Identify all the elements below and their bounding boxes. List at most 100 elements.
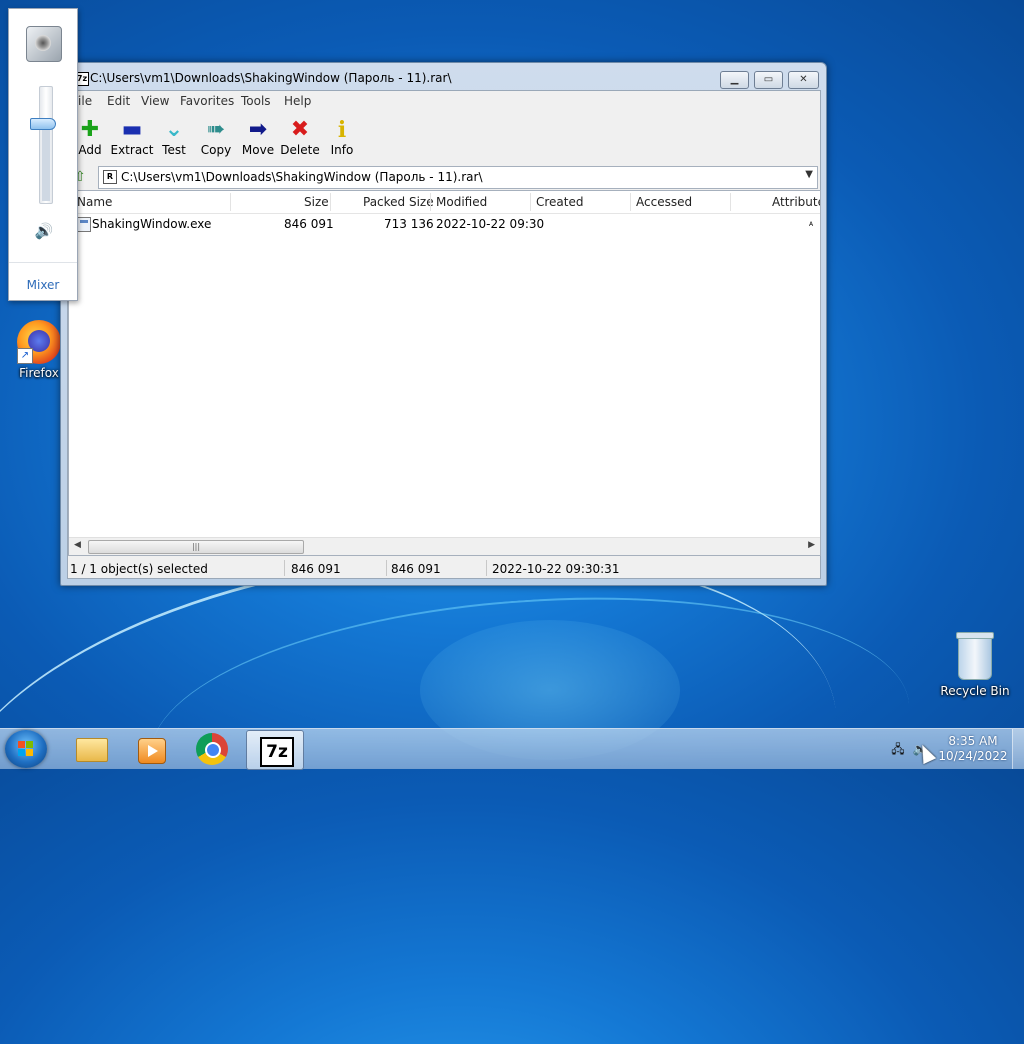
column-divider[interactable]	[530, 193, 531, 211]
copy-button[interactable]: ➠ Copy	[194, 117, 238, 157]
address-bar: ⇧ R C:\Users\vm1\Downloads\ShakingWindow…	[68, 165, 820, 189]
x-icon: ✖	[290, 117, 310, 142]
maximize-icon: ▭	[763, 74, 774, 85]
column-divider[interactable]	[330, 193, 331, 211]
scrollbar-thumb[interactable]: |||	[88, 540, 304, 554]
close-button[interactable]: ✕	[788, 71, 819, 89]
info-button[interactable]: i Info	[320, 117, 364, 157]
speaker-device-icon[interactable]	[26, 26, 62, 62]
window-client: File Edit View Favorites Tools Help ✚ Ad…	[67, 90, 821, 579]
chevron-down-icon[interactable]: ▼	[805, 169, 813, 180]
folder-icon	[76, 738, 108, 762]
status-selection: 1 / 1 object(s) selected	[70, 562, 208, 576]
volume-flyout: 🔊 Mixer	[8, 8, 78, 301]
speaker-mute-icon[interactable]: 🔊	[34, 221, 54, 241]
volume-slider-thumb[interactable]	[30, 118, 56, 130]
menu-favorites[interactable]: Favorites	[180, 94, 234, 108]
move-label: Move	[241, 143, 275, 157]
archive-icon: R	[103, 170, 117, 184]
file-name: ShakingWindow.exe	[92, 217, 212, 231]
menu-view[interactable]: View	[141, 94, 169, 108]
info-label: Info	[330, 143, 354, 157]
column-name[interactable]: Name	[77, 195, 112, 209]
start-button[interactable]	[5, 730, 47, 768]
status-bar: 1 / 1 object(s) selected 846 091 846 091…	[68, 558, 820, 578]
window-title: C:\Users\vm1\Downloads\ShakingWindow (Па…	[90, 71, 452, 85]
column-divider[interactable]	[430, 193, 431, 211]
column-size[interactable]: Size	[304, 195, 329, 209]
divider	[9, 262, 77, 263]
menu-bar: File Edit View Favorites Tools Help	[68, 91, 820, 111]
volume-slider-fill	[42, 123, 50, 201]
file-packed-size: 713 136	[384, 217, 434, 231]
address-text: C:\Users\vm1\Downloads\ShakingWindow (Па…	[121, 170, 483, 184]
check-chevron-icon: ⌄	[164, 117, 184, 142]
shortcut-arrow-icon: ↗	[17, 348, 33, 364]
minimize-button[interactable]: ▁	[720, 71, 749, 89]
maximize-button[interactable]: ▭	[754, 71, 783, 89]
column-created[interactable]: Created	[536, 195, 584, 209]
column-divider[interactable]	[630, 193, 631, 211]
menu-help[interactable]: Help	[284, 94, 311, 108]
double-arrow-icon: ➠	[206, 117, 226, 142]
delete-button[interactable]: ✖ Delete	[278, 117, 322, 157]
file-attributes: A	[809, 221, 814, 228]
file-list: Name Size Packed Size Modified Created A…	[68, 190, 821, 556]
clock[interactable]: 8:35 AM 10/24/2022	[933, 734, 1013, 764]
clock-date: 10/24/2022	[938, 749, 1008, 763]
copy-label: Copy	[200, 143, 232, 157]
column-accessed[interactable]: Accessed	[636, 195, 692, 209]
taskbar-chrome[interactable]	[184, 730, 240, 768]
recycle-bin-icon	[956, 632, 994, 680]
horizontal-scrollbar[interactable]: ◀ ||| ▶	[69, 537, 820, 555]
delete-label: Delete	[280, 143, 320, 157]
status-divider	[284, 560, 285, 576]
menu-edit[interactable]: Edit	[107, 94, 130, 108]
sevenzip-window: 7z C:\Users\vm1\Downloads\ShakingWindow …	[60, 62, 827, 586]
scroll-right-icon[interactable]: ▶	[808, 540, 815, 550]
sevenzip-icon: 7z	[260, 737, 294, 767]
volume-slider[interactable]	[39, 86, 53, 204]
title-bar[interactable]: 7z C:\Users\vm1\Downloads\ShakingWindow …	[61, 63, 826, 93]
status-modified: 2022-10-22 09:30:31	[492, 562, 620, 576]
info-icon: i	[337, 117, 347, 143]
toolbar: ✚ Add ▬ Extract ⌄ Test ➠ Copy ➡ Move ✖ D…	[68, 112, 820, 164]
minus-icon: ▬	[121, 117, 143, 142]
status-divider	[486, 560, 487, 576]
network-icon[interactable]: 🖧	[890, 742, 906, 756]
windows-logo-icon	[18, 741, 34, 757]
status-divider	[386, 560, 387, 576]
table-row[interactable]: ShakingWindow.exe 846 091 713 136 2022-1…	[69, 215, 820, 233]
address-field[interactable]: R C:\Users\vm1\Downloads\ShakingWindow (…	[98, 166, 818, 189]
column-divider[interactable]	[730, 193, 731, 211]
show-desktop-button[interactable]	[1012, 729, 1024, 769]
exe-file-icon	[77, 217, 91, 232]
close-icon: ✕	[799, 74, 808, 85]
column-header-row: Name Size Packed Size Modified Created A…	[69, 191, 820, 214]
test-button[interactable]: ⌄ Test	[152, 117, 196, 157]
arrow-right-icon: ➡	[248, 117, 268, 142]
column-packed-size[interactable]: Packed Size	[363, 195, 434, 209]
file-size: 846 091	[284, 217, 334, 231]
media-player-icon	[138, 738, 166, 764]
status-size: 846 091	[291, 562, 341, 576]
extract-label: Extract	[110, 143, 154, 157]
taskbar-7zip[interactable]: 7z	[246, 730, 304, 770]
desktop-icon-recycle-bin[interactable]: Recycle Bin	[940, 632, 1010, 698]
menu-tools[interactable]: Tools	[241, 94, 271, 108]
move-button[interactable]: ➡ Move	[236, 117, 280, 157]
chrome-icon	[196, 733, 228, 765]
extract-button[interactable]: ▬ Extract	[110, 117, 154, 157]
column-attributes[interactable]: Attribute	[772, 195, 820, 209]
minimize-icon: ▁	[730, 74, 739, 85]
status-packed: 846 091	[391, 562, 441, 576]
file-modified: 2022-10-22 09:30	[436, 217, 545, 231]
clock-time: 8:35 AM	[948, 734, 998, 748]
scroll-left-icon[interactable]: ◀	[74, 540, 81, 550]
mixer-link[interactable]: Mixer	[9, 278, 77, 292]
test-label: Test	[162, 143, 186, 157]
taskbar-explorer[interactable]	[62, 730, 118, 768]
column-modified[interactable]: Modified	[436, 195, 487, 209]
column-divider[interactable]	[230, 193, 231, 211]
taskbar-media-player[interactable]	[122, 730, 178, 768]
